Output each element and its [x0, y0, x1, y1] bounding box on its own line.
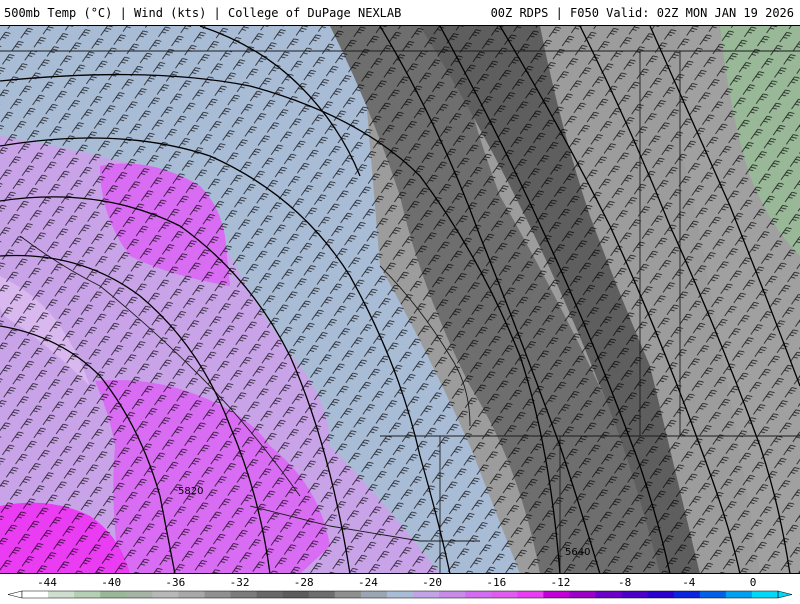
contour-label-5820: 5820 — [178, 486, 203, 497]
colorbar-tick-label: -44 — [37, 576, 57, 589]
colorbar-tick-label: -4 — [682, 576, 696, 589]
colorbar-swatch — [152, 591, 179, 598]
map-panel[interactable]: 5820 5640 — [0, 26, 800, 574]
colorbar-tick-label: -40 — [101, 576, 121, 589]
colorbar-swatch — [621, 591, 649, 598]
colorbar-tick-label: -12 — [551, 576, 571, 589]
colorbar-swatches — [7, 590, 793, 599]
colorbar-swatch — [282, 591, 310, 598]
colorbar-swatch — [439, 591, 466, 598]
colorbar-swatch — [699, 591, 727, 598]
colorbar-tick-label: -24 — [358, 576, 378, 589]
model-run-info: 00Z RDPS | F050 Valid: 02Z MON JAN 19 20… — [490, 6, 794, 20]
colorbar-swatch — [360, 591, 388, 598]
colorbar-swatch — [673, 591, 701, 598]
colorbar-tick-labels: -44 -40 -36 -32 -28 -24 -20 -16 -12 -8 -4 0 — [37, 576, 756, 589]
colorbar-swatch — [725, 591, 753, 598]
colorbar-swatch — [595, 591, 623, 598]
colorbar-tick-label: -20 — [422, 576, 442, 589]
contour-label-5640: 5640 — [565, 547, 590, 558]
colorbar-swatch — [517, 591, 544, 598]
colorbar-tick-label: -16 — [486, 576, 506, 589]
colorbar-tick-label: -28 — [294, 576, 314, 589]
colorbar-swatch — [751, 591, 779, 598]
temperature-colorbar: -44 -40 -36 -32 -28 -24 -20 -16 -12 -8 -4 0 — [0, 574, 800, 600]
colorbar-swatch — [48, 591, 75, 598]
colorbar-tick-label: 0 — [750, 576, 757, 589]
colorbar-swatch — [334, 591, 362, 598]
colorbar-swatch — [308, 591, 336, 598]
colorbar-swatch — [413, 591, 440, 598]
colorbar-swatch — [465, 591, 492, 598]
colorbar-swatch — [647, 591, 675, 598]
colorbar-swatch — [230, 591, 258, 598]
colorbar-tick-label: -32 — [230, 576, 250, 589]
colorbar-tick-label: -8 — [618, 576, 631, 589]
header-bar: 500mb Temp (°C) | Wind (kts) | College o… — [0, 0, 800, 26]
colorbar-arrow-left — [7, 590, 23, 599]
colorbar-swatch — [22, 591, 49, 598]
colorbar-swatch — [178, 591, 205, 598]
colorbar-swatch — [74, 591, 101, 598]
colorbar-swatch — [204, 591, 232, 598]
colorbar-tick-label: -36 — [165, 576, 185, 589]
colorbar-swatch — [126, 591, 153, 598]
colorbar-arrow-right — [777, 590, 793, 599]
map-title: 500mb Temp (°C) | Wind (kts) | College o… — [4, 6, 402, 20]
colorbar-swatch — [569, 591, 597, 598]
colorbar-swatch — [256, 591, 284, 598]
colorbar-swatch — [100, 591, 127, 598]
colorbar-swatch — [543, 591, 570, 598]
colorbar-swatch — [386, 591, 414, 598]
colorbar-swatch — [491, 591, 518, 598]
